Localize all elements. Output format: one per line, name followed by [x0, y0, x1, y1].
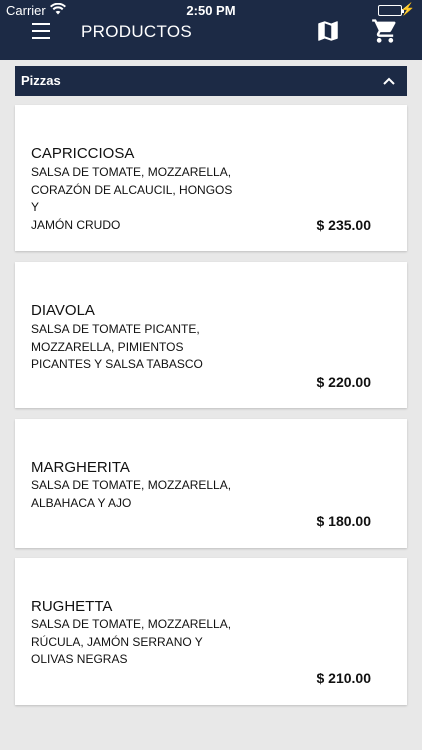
category-label: Pizzas: [21, 73, 61, 88]
charging-bolt-icon: ⚡: [400, 2, 415, 16]
cart-button[interactable]: [370, 17, 400, 45]
status-bar: Carrier 2:50 PM ⚡: [0, 0, 422, 20]
app-bar: Carrier 2:50 PM ⚡ PRODUCTOS: [0, 0, 422, 60]
product-price: $ 220.00: [316, 374, 372, 390]
product-description: SALSA DE TOMATE PICANTE, MOZZARELLA, PIM…: [31, 321, 241, 374]
product-name: DIAVOLA: [31, 302, 95, 319]
product-description-line: RÚCULA, JAMÓN SERRANO Y: [31, 634, 203, 649]
product-description: SALSA DE TOMATE, MOZZARELLA, CORAZÓN DE …: [31, 164, 241, 234]
category-header[interactable]: Pizzas: [15, 66, 407, 96]
product-name: CAPRICCIOSA: [31, 145, 135, 162]
battery-icon: [378, 5, 404, 16]
product-description-line: JAMÓN CRUDO: [31, 217, 121, 232]
product-card[interactable]: DIAVOLA SALSA DE TOMATE PICANTE, MOZZARE…: [15, 262, 407, 408]
product-description-line: SALSA DE TOMATE, MOZZARELLA,: [31, 165, 232, 179]
product-name: RUGHETTA: [31, 598, 113, 615]
product-description-line: CORAZÓN DE ALCAUCIL, HONGOS Y: [31, 182, 233, 215]
product-description: SALSA DE TOMATE, MOZZARELLA, RÚCULA, JAM…: [31, 616, 241, 669]
product-card[interactable]: CAPRICCIOSA SALSA DE TOMATE, MOZZARELLA,…: [15, 105, 407, 251]
page-title: PRODUCTOS: [81, 22, 193, 41]
product-description-line: SALSA DE TOMATE, MOZZARELLA,: [31, 617, 232, 631]
product-description-line: OLIVAS NEGRAS: [31, 652, 128, 666]
product-description: SALSA DE TOMATE, MOZZARELLA, ALBAHACA Y …: [31, 477, 241, 512]
product-card[interactable]: RUGHETTA SALSA DE TOMATE, MOZZARELLA, RÚ…: [15, 558, 407, 705]
product-card[interactable]: MARGHERITA SALSA DE TOMATE, MOZZARELLA, …: [15, 419, 407, 548]
product-description-line: SALSA DE TOMATE PICANTE,: [31, 322, 200, 336]
product-name: MARGHERITA: [31, 459, 130, 476]
product-description-line: MOZZARELLA, PIMIENTOS: [31, 339, 184, 354]
hamburger-menu-icon: [32, 23, 50, 25]
shopping-cart-icon: [372, 19, 396, 43]
product-price: $ 235.00: [316, 217, 372, 233]
chevron-up-icon[interactable]: [381, 73, 397, 89]
map-icon: [318, 21, 338, 41]
product-description-line: ALBAHACA Y AJO: [31, 495, 132, 510]
map-button[interactable]: [314, 18, 342, 44]
product-description-line: SALSA DE TOMATE, MOZZARELLA,: [31, 478, 232, 492]
product-price: $ 180.00: [316, 513, 372, 529]
product-description-line: PICANTES Y SALSA TABASCO: [31, 357, 203, 371]
menu-button[interactable]: [24, 20, 58, 42]
product-price: $ 210.00: [316, 670, 372, 686]
status-time: 2:50 PM: [186, 3, 236, 18]
